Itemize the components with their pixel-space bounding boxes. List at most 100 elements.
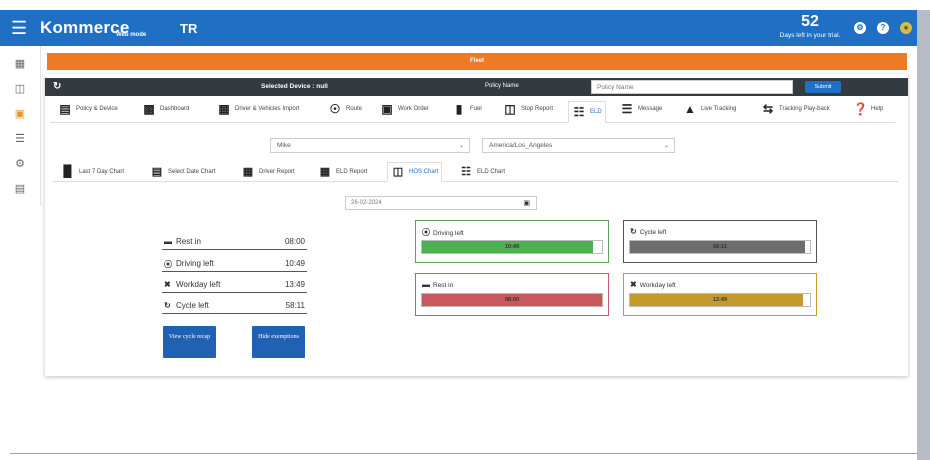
date-value: 26-02-2024 [351, 200, 382, 206]
gauge-value: 08:00 [504, 297, 520, 303]
report-icon[interactable]: ▤ [13, 182, 27, 196]
bed-icon: ▬ [422, 280, 430, 289]
calendar-list-icon: ▤ [151, 166, 163, 178]
message-icon: ☰ [621, 102, 633, 116]
submit-button[interactable]: Submit [805, 81, 841, 93]
tab-route[interactable]: ☉ Route [328, 102, 362, 122]
timezone-select-value: America/Los_Angeles [489, 142, 553, 149]
tab-fuel[interactable]: ▮ Fuel [452, 102, 482, 122]
bottom-divider [10, 453, 917, 454]
stop-report-icon: ◫ [504, 102, 516, 116]
menu-icon[interactable]: ☰ [11, 19, 27, 37]
policy-name-label: Policy Name [485, 83, 519, 89]
gauge-track: 08:00 [421, 293, 603, 307]
subtab-hos-chart[interactable]: ◫ HOS Chart [387, 162, 443, 182]
timezone-select[interactable]: America/Los_Angeles ⌄ [482, 138, 675, 153]
tools-icon: ✖ [164, 280, 171, 289]
gauge-value: 13:49 [712, 297, 728, 303]
subtab-eld-report[interactable]: ▦ ELD Report [318, 163, 368, 181]
tab-tracking-playback[interactable]: ⇆ Tracking Play-back [761, 102, 830, 122]
policy-icon: ▤ [59, 102, 71, 116]
subtab-last-7-day-chart[interactable]: ▉ Last 7 Day Chart [61, 163, 124, 181]
gear-icon[interactable]: ⚙ [13, 157, 27, 171]
trial-days-count: 52 [801, 13, 819, 30]
page: ☰ Kommerce Web mode TR 52 Days left in y… [0, 0, 930, 460]
tab-live-tracking[interactable]: ▲ Live Tracking [683, 102, 736, 122]
gauge-value: 58:11 [713, 244, 727, 250]
gauge-value: 10:49 [504, 244, 520, 250]
language-selector[interactable]: TR [180, 21, 197, 36]
steering-wheel-icon: ⦿ [422, 228, 430, 237]
policy-name-input[interactable] [591, 80, 793, 94]
gauge-track: 13:49 [629, 293, 811, 307]
gauge-track: 58:11 [629, 240, 811, 254]
summary-row-cycle-left: ↻ Cycle left 58:11 [162, 296, 307, 314]
dashboard-icon: ▩ [143, 102, 155, 116]
top-app-bar: ☰ Kommerce Web mode TR 52 Days left in y… [0, 10, 917, 46]
work-order-icon: ▣ [381, 102, 393, 116]
settings-icon[interactable]: ⚙ [854, 22, 866, 34]
subtab-driver-report[interactable]: ▦ Driver Report [241, 163, 295, 181]
subtab-eld-chart[interactable]: ☷ ELD Chart [459, 163, 505, 181]
refresh-icon[interactable]: ↻ [53, 81, 61, 92]
dashboard-icon[interactable]: ▦ [13, 57, 27, 71]
route-icon: ☉ [329, 102, 341, 116]
calendar-icon[interactable]: ▣ [523, 199, 530, 207]
import-icon: ▦ [218, 102, 230, 116]
tab-message[interactable]: ☰ Message [620, 102, 663, 122]
subtab-select-date-chart[interactable]: ▤ Select Date Chart [150, 163, 216, 181]
list-icon[interactable]: ☰ [13, 132, 27, 146]
summary-row-rest-in: ▬ Rest in 08:00 [162, 232, 307, 250]
tab-policy-device[interactable]: ▤ Policy & Device [58, 102, 117, 122]
gauge-track: 10:49 [421, 240, 603, 254]
main-tabs: ▤ Policy & Device ▩ Dashboard ▦ Driver & Ve… [50, 99, 895, 123]
selected-device-label: Selected Device : null [261, 83, 328, 90]
chevron-down-icon: ⌄ [663, 143, 669, 149]
help-icon: ❓ [853, 102, 868, 116]
cycle-icon: ↻ [630, 227, 637, 236]
side-nav-divider [40, 46, 41, 206]
trial-days-label: Days left in your trial. [779, 32, 841, 39]
tab-driver-vehicles-import[interactable]: ▦ Driver & Vehicles Import [217, 102, 299, 122]
help-icon[interactable]: ? [877, 22, 889, 34]
vertical-scrollbar[interactable] [917, 10, 930, 460]
chevron-down-icon: ⌄ [458, 143, 464, 149]
view-cycle-recap-button[interactable]: View cycle recap [163, 326, 216, 358]
gauge-cycle-left: ↻ Cycle left 58:11 [623, 220, 817, 263]
gauge-driving-left: ⦿ Driving left 10:49 [415, 220, 609, 263]
brand-subtitle: Web mode [116, 32, 147, 38]
tab-stop-report[interactable]: ◫ Stop Report [503, 102, 553, 122]
tab-help[interactable]: ❓ Help [853, 102, 883, 122]
tools-icon: ✖ [630, 280, 637, 289]
bar-chart-icon: ▉ [63, 166, 73, 178]
device-bar: ↻ Selected Device : null Policy Name Sub… [45, 78, 908, 96]
driver-select[interactable]: Mike ⌄ [270, 138, 470, 153]
hos-chart-icon: ◫ [392, 166, 404, 178]
summary-row-driving-left: ⦿ Driving left 10:49 [162, 254, 307, 272]
driver-select-value: Mike [277, 142, 291, 149]
fuel-icon: ▮ [455, 102, 463, 116]
eld-report-icon: ▦ [319, 166, 331, 178]
tab-eld[interactable]: ☷ ELD [568, 101, 606, 123]
summary-row-workday-left: ✖ Workday left 13:49 [162, 275, 307, 293]
tab-work-order[interactable]: ▣ Work Order [380, 102, 429, 122]
gauge-rest-in: ▬ Rest in 08:00 [415, 273, 609, 316]
driver-report-icon: ▦ [242, 166, 254, 178]
playback-icon: ⇆ [762, 102, 774, 116]
hide-exemptions-button[interactable]: Hide exemptions [252, 326, 305, 358]
gauge-workday-left: ✖ Workday left 13:49 [623, 273, 817, 316]
folder-icon[interactable]: ◫ [13, 82, 27, 96]
eld-card: ↻ Selected Device : null Policy Name Sub… [45, 74, 908, 376]
fleet-banner: Fleet [47, 53, 907, 70]
eld-chart-icon: ☷ [461, 166, 471, 178]
side-nav: ▦ ◫ ▣ ☰ ⚙ ▤ [0, 46, 40, 206]
eld-subtabs: ▉ Last 7 Day Chart ▤ Select Date Chart ▦ Dr… [53, 160, 898, 182]
cycle-icon: ↻ [164, 301, 171, 310]
tab-dashboard[interactable]: ▩ Dashboard [142, 102, 189, 122]
date-picker[interactable]: 26-02-2024 ▣ [345, 196, 537, 210]
car-icon: ▲ [684, 102, 696, 116]
bed-icon: ▬ [164, 237, 172, 246]
avatar-icon[interactable]: ● [900, 22, 912, 34]
orders-icon[interactable]: ▣ [13, 107, 27, 121]
eld-icon: ☷ [573, 105, 585, 119]
